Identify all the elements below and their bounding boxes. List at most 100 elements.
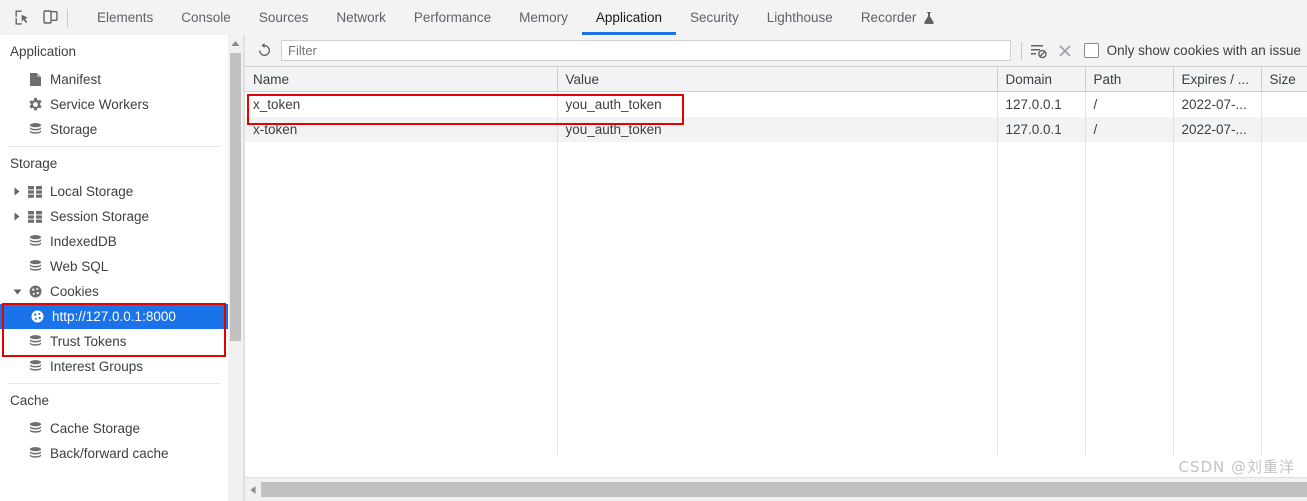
column-header-size[interactable]: Size xyxy=(1261,67,1307,92)
column-header-value[interactable]: Value xyxy=(557,67,998,92)
column-header-name[interactable]: Name xyxy=(245,67,558,92)
sidebar-item-service-workers[interactable]: Service Workers xyxy=(0,92,228,117)
cell-value[interactable]: you_auth_token xyxy=(557,117,998,142)
cell-expires[interactable]: 2022-07-... xyxy=(1173,117,1262,142)
cell-name[interactable]: x-token xyxy=(245,117,558,142)
database-icon xyxy=(26,121,44,139)
flask-experiment-icon xyxy=(923,11,935,25)
cookie-icon xyxy=(26,283,44,301)
devtools-tabbar: Elements Console Sources Network Perform… xyxy=(0,0,1307,36)
sidebar-item-back-forward-cache[interactable]: Back/forward cache xyxy=(0,441,228,466)
column-header-domain[interactable]: Domain xyxy=(997,67,1086,92)
only-issues-checkbox-wrap[interactable]: Only show cookies with an issue xyxy=(1083,43,1301,58)
sidebar-item-label: IndexedDB xyxy=(50,234,117,249)
tab-application[interactable]: Application xyxy=(581,0,677,35)
tab-sources[interactable]: Sources xyxy=(245,0,323,35)
table-grid-icon xyxy=(26,183,44,201)
sidebar-item-label: Interest Groups xyxy=(50,359,144,374)
scrollbar-thumb[interactable] xyxy=(261,482,1307,497)
sidebar-item-label: Storage xyxy=(50,122,98,137)
sidebar-item-label: Cookies xyxy=(50,284,99,299)
document-icon xyxy=(26,71,44,89)
tab-label: Sources xyxy=(258,10,309,25)
tab-lighthouse[interactable]: Lighthouse xyxy=(753,0,847,35)
sidebar-item-trust-tokens[interactable]: Trust Tokens xyxy=(0,329,228,354)
sidebar-item-indexeddb[interactable]: IndexedDB xyxy=(0,229,228,254)
tab-label: Memory xyxy=(519,10,568,25)
sidebar-item-manifest[interactable]: Manifest xyxy=(0,67,228,92)
application-sidebar[interactable]: Application Manifest Service Workers Sto… xyxy=(0,35,229,501)
scroll-left-arrow-icon[interactable] xyxy=(245,478,261,501)
tab-network[interactable]: Network xyxy=(322,0,400,35)
sidebar-section-cache-title: Cache xyxy=(10,393,50,408)
chevron-right-icon[interactable] xyxy=(10,210,24,224)
sidebar-item-local-storage[interactable]: Local Storage xyxy=(0,179,228,204)
sidebar-item-label: http://127.0.0.1:8000 xyxy=(52,309,176,324)
sidebar-item-session-storage[interactable]: Session Storage xyxy=(0,204,228,229)
sidebar-item-web-sql[interactable]: Web SQL xyxy=(0,254,228,279)
tab-performance[interactable]: Performance xyxy=(400,0,505,35)
cell-size[interactable] xyxy=(1261,91,1307,117)
column-header-path[interactable]: Path xyxy=(1085,67,1174,92)
chevron-right-icon[interactable] xyxy=(10,185,24,199)
cell-expires[interactable]: 2022-07-... xyxy=(1173,91,1262,117)
sidebar-item-label: Session Storage xyxy=(50,209,150,224)
table-row[interactable]: x_token you_auth_token 127.0.0.1 / 2022-… xyxy=(245,91,1307,117)
column-header-expires[interactable]: Expires / ... xyxy=(1173,67,1262,92)
sidebar-item-label: Manifest xyxy=(50,72,102,87)
table-horizontal-scrollbar[interactable] xyxy=(245,477,1307,501)
tab-console[interactable]: Console xyxy=(167,0,245,35)
database-icon xyxy=(26,420,44,438)
sidebar-vertical-scrollbar[interactable] xyxy=(228,35,244,501)
tab-security[interactable]: Security xyxy=(676,0,753,35)
sidebar-item-label: Local Storage xyxy=(50,184,134,199)
table-column-rules xyxy=(245,123,1307,455)
toolbar-divider xyxy=(67,8,68,27)
database-icon xyxy=(26,358,44,376)
filter-input[interactable] xyxy=(281,40,1011,61)
devtools-tabs: Elements Console Sources Network Perform… xyxy=(83,0,949,35)
devtools-window: Elements Console Sources Network Perform… xyxy=(0,0,1307,501)
inspect-element-icon[interactable] xyxy=(8,5,36,31)
scrollbar-thumb[interactable] xyxy=(230,53,241,341)
sidebar-item-interest-groups[interactable]: Interest Groups xyxy=(0,354,228,379)
cell-size[interactable] xyxy=(1261,117,1307,142)
clear-all-cookies-icon[interactable] xyxy=(1026,39,1052,63)
cell-domain[interactable]: 127.0.0.1 xyxy=(997,117,1086,142)
scroll-up-arrow-icon[interactable] xyxy=(228,35,243,51)
tab-elements[interactable]: Elements xyxy=(83,0,167,35)
cookies-table: Name Value Domain Path Expires / ... Siz… xyxy=(245,67,1307,142)
table-grid-icon xyxy=(26,208,44,226)
toolbar-divider xyxy=(1020,41,1022,60)
cell-name[interactable]: x_token xyxy=(245,91,558,117)
cell-path[interactable]: / xyxy=(1085,91,1174,117)
gear-icon xyxy=(26,96,44,114)
sidebar-item-cache-storage[interactable]: Cache Storage xyxy=(0,416,228,441)
tab-label: Lighthouse xyxy=(766,10,833,25)
cookies-panel: Only show cookies with an issue Name Val… xyxy=(244,35,1307,501)
sidebar-item-label: Web SQL xyxy=(50,259,109,274)
tab-label: Performance xyxy=(413,10,492,25)
sidebar-section-application-title: Application xyxy=(10,44,77,59)
delete-selected-icon[interactable] xyxy=(1052,39,1078,63)
tab-label: Application xyxy=(595,10,662,25)
cookies-table-wrap[interactable]: Name Value Domain Path Expires / ... Siz… xyxy=(245,67,1307,478)
sidebar-item-cookie-origin[interactable]: http://127.0.0.1:8000 xyxy=(0,304,228,329)
database-icon xyxy=(26,445,44,463)
database-icon xyxy=(26,258,44,276)
refresh-icon[interactable] xyxy=(251,39,277,63)
sidebar-item-cookies[interactable]: Cookies xyxy=(0,279,228,304)
cell-value[interactable]: you_auth_token xyxy=(557,91,998,117)
tab-recorder[interactable]: Recorder xyxy=(847,0,950,35)
sidebar-item-label: Back/forward cache xyxy=(50,446,169,461)
tab-memory[interactable]: Memory xyxy=(505,0,582,35)
only-issues-checkbox[interactable] xyxy=(1083,43,1099,58)
cell-domain[interactable]: 127.0.0.1 xyxy=(997,91,1086,117)
device-toolbar-icon[interactable] xyxy=(36,5,64,31)
devtools-tool-icons xyxy=(0,0,83,35)
cell-path[interactable]: / xyxy=(1085,117,1174,142)
database-icon xyxy=(26,233,44,251)
chevron-down-icon[interactable] xyxy=(10,285,24,299)
sidebar-item-storage[interactable]: Storage xyxy=(0,117,228,142)
table-row[interactable]: x-token you_auth_token 127.0.0.1 / 2022-… xyxy=(245,117,1307,142)
